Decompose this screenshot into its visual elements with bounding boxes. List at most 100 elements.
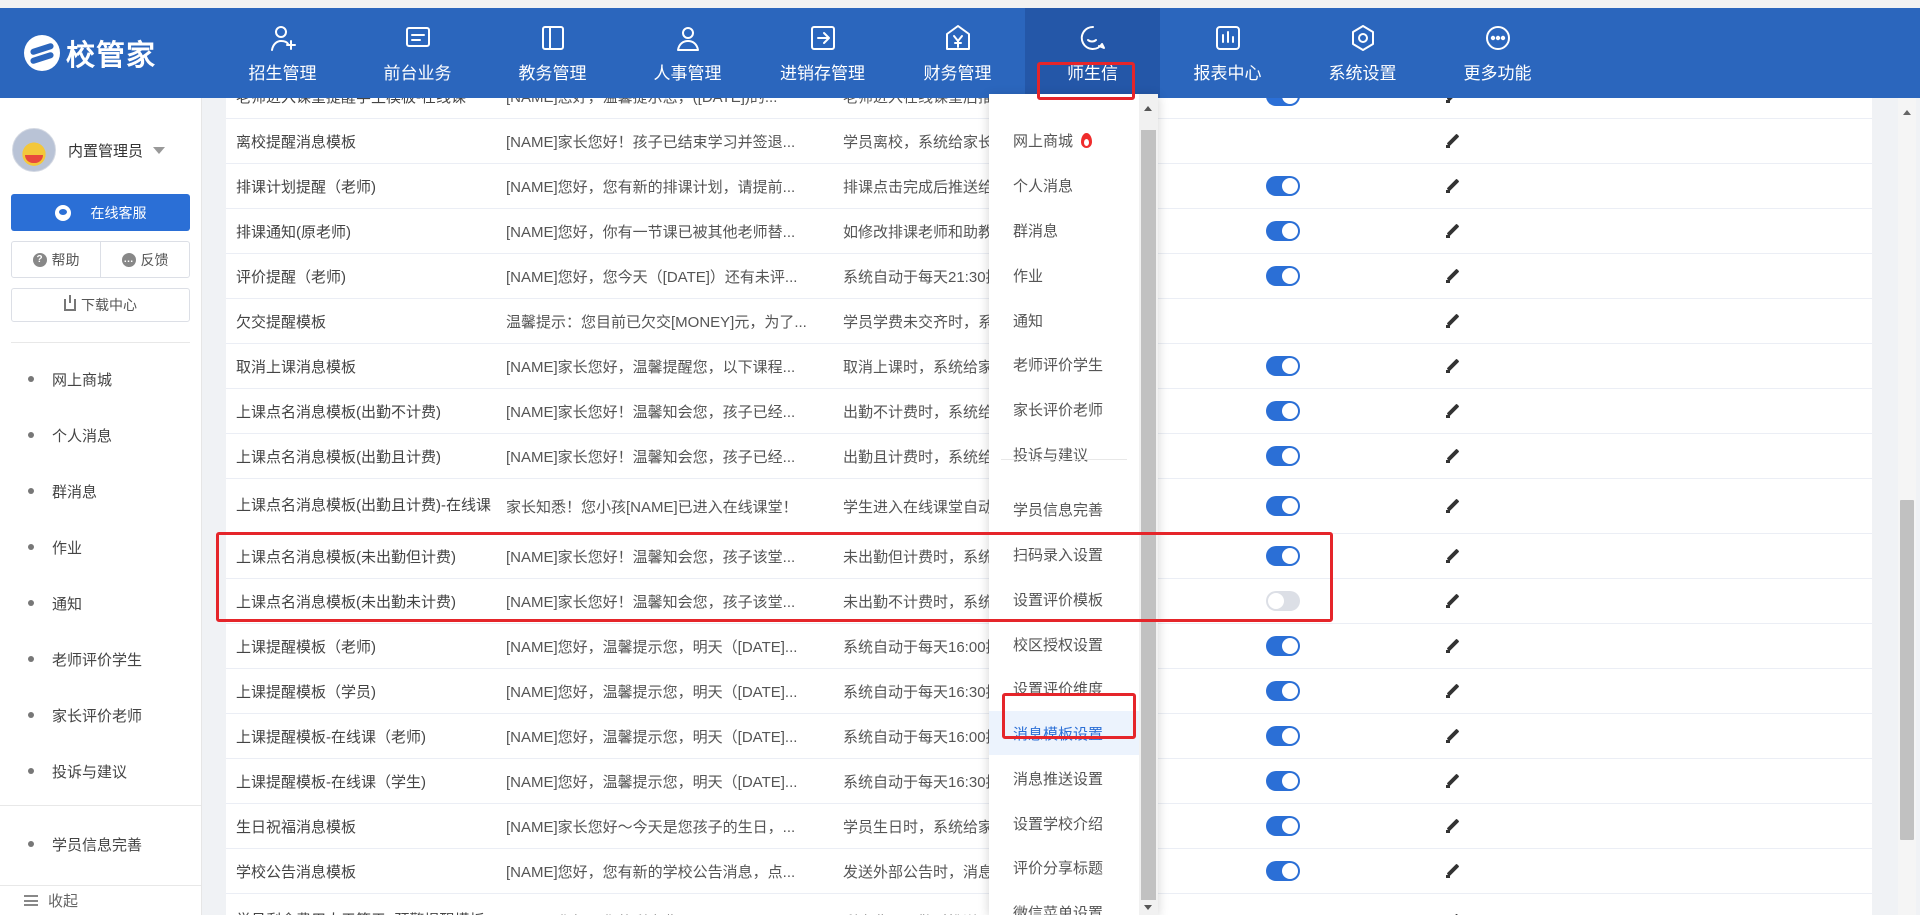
enable-toggle[interactable] <box>1266 446 1300 466</box>
dropdown-item[interactable]: 学员信息完善 <box>989 487 1139 531</box>
enable-toggle[interactable] <box>1266 726 1300 746</box>
edit-button[interactable] <box>1446 479 1476 533</box>
sidebar-item[interactable]: 群消息 <box>0 463 201 519</box>
edit-button[interactable] <box>1446 254 1476 298</box>
scroll-up-icon[interactable] <box>1144 106 1152 111</box>
enable-toggle[interactable] <box>1266 861 1300 881</box>
edit-button[interactable] <box>1446 894 1476 915</box>
brand-logo[interactable]: 校管家 <box>0 8 215 98</box>
user-profile[interactable]: 内置管理员 <box>0 98 201 178</box>
enable-toggle[interactable] <box>1266 771 1300 791</box>
download-center-button[interactable]: 下载中心 <box>11 288 190 322</box>
help-button[interactable]: ? 帮助 <box>12 242 101 277</box>
dropdown-item[interactable]: 作业 <box>989 253 1139 297</box>
edit-button[interactable] <box>1446 804 1476 848</box>
enable-toggle[interactable] <box>1266 681 1300 701</box>
nav-item-person[interactable]: 人事管理 <box>620 8 755 98</box>
ellipsis-bubble-icon: … <box>121 252 136 267</box>
flame-icon <box>1081 132 1093 148</box>
nav-item-chat[interactable]: 师生信 <box>1025 8 1160 98</box>
edit-button[interactable] <box>1446 389 1476 433</box>
dropdown-item[interactable]: 通知 <box>989 298 1139 342</box>
dropdown-item[interactable]: 设置学校介绍 <box>989 801 1139 845</box>
enable-toggle[interactable] <box>1266 496 1300 516</box>
sidebar-item[interactable]: 投诉与建议 <box>0 743 201 799</box>
template-content: [NAME]您好，你有一节课已被其他老师替... <box>506 223 796 241</box>
dropdown-item[interactable]: 设置评价维度 <box>989 666 1139 710</box>
nav-item-settings[interactable]: 系统设置 <box>1295 8 1430 98</box>
nav-item-bar-chart[interactable]: 报表中心 <box>1160 8 1295 98</box>
dropdown-item[interactable]: 群消息 <box>989 208 1139 252</box>
edit-button[interactable] <box>1446 849 1476 893</box>
scroll-down-icon[interactable] <box>1144 905 1152 910</box>
nav-item-message-board[interactable]: 前台业务 <box>350 8 485 98</box>
sidebar-item[interactable]: 通知 <box>0 575 201 631</box>
dropdown-item[interactable]: 家长评价老师 <box>989 387 1139 431</box>
dropdown-item[interactable]: 设置评价模板 <box>989 577 1139 621</box>
edit-button[interactable] <box>1446 344 1476 388</box>
enable-toggle[interactable] <box>1266 221 1300 241</box>
pencil-icon <box>1446 359 1460 373</box>
enable-toggle[interactable] <box>1266 816 1300 836</box>
nav-item-user-plus[interactable]: 招生管理 <box>215 8 350 98</box>
edit-button[interactable] <box>1446 209 1476 253</box>
template-name: 排课计划提醒（老师) <box>236 178 376 196</box>
sidebar-item-label: 作业 <box>52 539 83 557</box>
edit-button[interactable] <box>1446 119 1476 163</box>
edit-button[interactable] <box>1446 534 1476 578</box>
dropdown-item[interactable]: 投诉与建议 <box>989 432 1139 476</box>
dropdown-scrollbar[interactable] <box>1139 94 1158 915</box>
enable-toggle[interactable] <box>1266 401 1300 421</box>
template-name: 排课通知(原老师) <box>236 223 351 241</box>
sidebar-item[interactable]: 学员信息完善 <box>0 816 201 872</box>
scroll-up-icon[interactable] <box>1903 110 1911 115</box>
sidebar-item[interactable]: 老师评价学生 <box>0 631 201 687</box>
nav-item-book[interactable]: 教务管理 <box>485 8 620 98</box>
template-name: 学员剩余费用大于等于0预警提醒模板 <box>236 894 496 915</box>
dropdown-item[interactable]: 微信菜单设置 <box>989 890 1139 915</box>
toggle-cell <box>1266 479 1326 533</box>
page-scrollbar[interactable] <box>1898 98 1916 915</box>
dropdown-item[interactable]: 消息模板设置 <box>989 711 1139 755</box>
sidebar-item[interactable]: 个人消息 <box>0 407 201 463</box>
template-name: 上课提醒模板-在线课（学生) <box>236 773 426 791</box>
sidebar-item[interactable]: 家长评价老师 <box>0 687 201 743</box>
chevron-down-icon[interactable] <box>153 146 166 154</box>
nav-item-inventory[interactable]: 进销存管理 <box>755 8 890 98</box>
edit-button[interactable] <box>1446 624 1476 668</box>
edit-button[interactable] <box>1446 759 1476 803</box>
dropdown-item[interactable]: 评价分享标题 <box>989 845 1139 889</box>
nav-item-yen-house[interactable]: 财务管理 <box>890 8 1025 98</box>
edit-button[interactable] <box>1446 164 1476 208</box>
edit-button[interactable] <box>1446 579 1476 623</box>
enable-toggle[interactable] <box>1266 176 1300 196</box>
inventory-icon <box>808 23 838 53</box>
enable-toggle[interactable] <box>1266 266 1300 286</box>
sidebar-item-label: 学员信息完善 <box>52 836 143 854</box>
edit-button[interactable] <box>1446 434 1476 478</box>
enable-toggle[interactable] <box>1266 98 1300 106</box>
feedback-button[interactable]: … 反馈 <box>101 242 189 277</box>
dropdown-item[interactable]: 老师评价学生 <box>989 342 1139 386</box>
scrollbar-thumb[interactable] <box>1900 500 1914 840</box>
dropdown-item[interactable]: 个人消息 <box>989 163 1139 207</box>
sidebar-item[interactable]: 网上商城 <box>0 351 201 407</box>
collapse-sidebar-button[interactable]: 收起 <box>0 885 201 915</box>
edit-button[interactable] <box>1446 669 1476 713</box>
dropdown-item[interactable]: 校区授权设置 <box>989 622 1139 666</box>
nav-item-more[interactable]: 更多功能 <box>1430 8 1565 98</box>
dropdown-scrollbar-thumb[interactable] <box>1141 130 1156 900</box>
dropdown-item[interactable]: 扫码录入设置 <box>989 532 1139 576</box>
edit-button[interactable] <box>1446 98 1476 118</box>
online-service-button[interactable]: 在线客服 <box>11 194 190 231</box>
dropdown-item[interactable]: 消息推送设置 <box>989 756 1139 800</box>
enable-toggle[interactable] <box>1266 591 1300 611</box>
dropdown-item[interactable]: 网上商城 <box>989 118 1139 162</box>
enable-toggle[interactable] <box>1266 546 1300 566</box>
edit-button[interactable] <box>1446 299 1476 343</box>
sidebar-item[interactable]: 作业 <box>0 519 201 575</box>
enable-toggle[interactable] <box>1266 356 1300 376</box>
enable-toggle[interactable] <box>1266 636 1300 656</box>
edit-button[interactable] <box>1446 714 1476 758</box>
download-icon <box>64 295 76 311</box>
